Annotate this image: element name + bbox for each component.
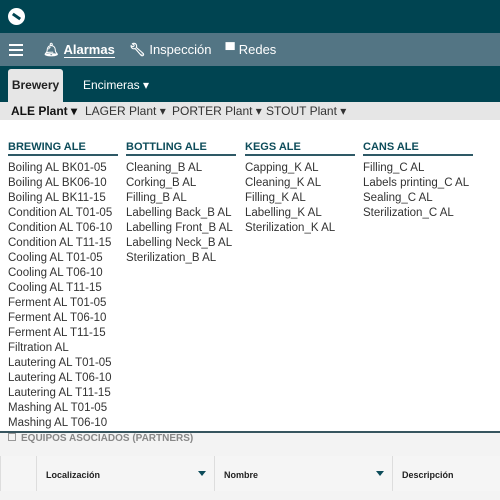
nav-redes[interactable]: ▀ Redes [226, 42, 277, 57]
column-header-nombre[interactable]: Nombre [214, 456, 392, 491]
subnav-lager-plant[interactable]: LAGER Plant ▾ [85, 104, 166, 118]
menu-item[interactable]: Sterilization_C AL [363, 206, 473, 221]
collapse-checkbox[interactable] [8, 433, 16, 441]
menu-item[interactable]: Cooling AL T11-15 [8, 281, 118, 296]
menu-item[interactable]: Sterilization_B AL [126, 251, 236, 266]
menu-item[interactable]: Corking_B AL [126, 176, 236, 191]
panel-title: EQUIPOS ASOCIADOS (PARTNERS) [8, 433, 193, 444]
main-nav: 🔔︎ Alarmas 🔧︎ Inspección ▀ Redes [0, 33, 500, 66]
menu-item[interactable]: Filling_K AL [245, 191, 355, 206]
tab-encimeras[interactable]: Encimeras ▾ [83, 69, 149, 102]
menu-icon[interactable] [9, 43, 23, 56]
menu-column: KEGS ALE Capping_K AL Cleaning_K AL Filling… [245, 141, 355, 236]
column-header-localizacion[interactable]: Localización [36, 456, 214, 491]
menu-column-title: CANS ALE [363, 141, 473, 156]
menu-item[interactable]: Mashing AL T06-10 [8, 416, 118, 431]
filter-icon[interactable] [198, 471, 206, 476]
nav-alarmas[interactable]: 🔔︎ Alarmas [43, 42, 115, 58]
menu-item[interactable]: Cooling AL T01-05 [8, 251, 118, 266]
menu-column-title: KEGS ALE [245, 141, 355, 156]
partners-panel: EQUIPOS ASOCIADOS (PARTNERS) Localizació… [0, 433, 500, 500]
menu-item[interactable]: Boiling AL BK01-05 [8, 161, 118, 176]
plant-subnav: ALE Plant ▾ LAGER Plant ▾ PORTER Plant ▾… [0, 102, 500, 120]
menu-item[interactable]: Condition AL T11-15 [8, 236, 118, 251]
menu-column: BOTTLING ALE Cleaning_B AL Corking_B AL Fil… [126, 141, 236, 266]
app-logo-icon[interactable] [8, 8, 25, 25]
subnav-ale-plant[interactable]: ALE Plant ▾ [11, 104, 77, 118]
menu-column: BREWING ALE Boiling AL BK01-05 Boiling AL … [8, 141, 118, 431]
menu-item[interactable]: Lautering AL T06-10 [8, 371, 118, 386]
menu-item[interactable]: Ferment AL T11-15 [8, 326, 118, 341]
subnav-porter-plant[interactable]: PORTER Plant ▾ [172, 104, 262, 118]
column-header-descripcion[interactable]: Descripción [392, 456, 500, 491]
menu-item[interactable]: Lautering AL T11-15 [8, 386, 118, 401]
menu-item[interactable]: Condition AL T06-10 [8, 221, 118, 236]
menu-item[interactable]: Condition AL T01-05 [8, 206, 118, 221]
menu-item[interactable]: Labelling Back_B AL [126, 206, 236, 221]
menu-item[interactable]: Filtration AL [8, 341, 118, 356]
menu-item[interactable]: Lautering AL T01-05 [8, 356, 118, 371]
tab-brewery[interactable]: Brewery ▾ [8, 69, 63, 125]
filter-icon[interactable] [376, 471, 384, 476]
tab-bar: Brewery ▾ Encimeras ▾ [0, 66, 500, 125]
menu-item[interactable]: Labels printing_C AL [363, 176, 473, 191]
menu-item[interactable]: Boiling AL BK06-10 [8, 176, 118, 191]
nav-inspeccion[interactable]: 🔧︎ Inspección [129, 42, 212, 58]
subnav-stout-plant[interactable]: STOUT Plant ▾ [266, 104, 346, 118]
menu-item[interactable]: Boiling AL BK11-15 [8, 191, 118, 206]
menu-item[interactable]: Capping_K AL [245, 161, 355, 176]
menu-item[interactable]: Cleaning_K AL [245, 176, 355, 191]
top-bar [0, 0, 500, 33]
bell-icon: 🔔︎ [43, 41, 60, 57]
menu-item[interactable]: Ferment AL T06-10 [8, 311, 118, 326]
menu-column-title: BOTTLING ALE [126, 141, 236, 156]
menu-item[interactable]: Cooling AL T06-10 [8, 266, 118, 281]
menu-item[interactable]: Mashing AL T01-05 [8, 401, 118, 416]
menu-column-title: BREWING ALE [8, 141, 118, 156]
menu-item[interactable]: Cleaning_B AL [126, 161, 236, 176]
menu-item[interactable]: Ferment AL T01-05 [8, 296, 118, 311]
menu-item[interactable]: Filling_C AL [363, 161, 473, 176]
menu-item[interactable]: Filling_B AL [126, 191, 236, 206]
menu-column: CANS ALE Filling_C AL Labels printing_C AL… [363, 141, 473, 221]
menu-item[interactable]: Labelling Neck_B AL [126, 236, 236, 251]
wrench-icon: 🔧︎ [128, 41, 146, 57]
plant-dropdown-menu: BREWING ALE Boiling AL BK01-05 Boiling AL … [0, 120, 500, 433]
menu-item[interactable]: Labelling_K AL [245, 206, 355, 221]
menu-item[interactable]: Sterilization_K AL [245, 221, 355, 236]
monitor-icon: ▀ [225, 42, 235, 57]
menu-item[interactable]: Sealing_C AL [363, 191, 473, 206]
menu-item[interactable]: Labelling Front_B AL [126, 221, 236, 236]
select-column-header [0, 456, 36, 491]
